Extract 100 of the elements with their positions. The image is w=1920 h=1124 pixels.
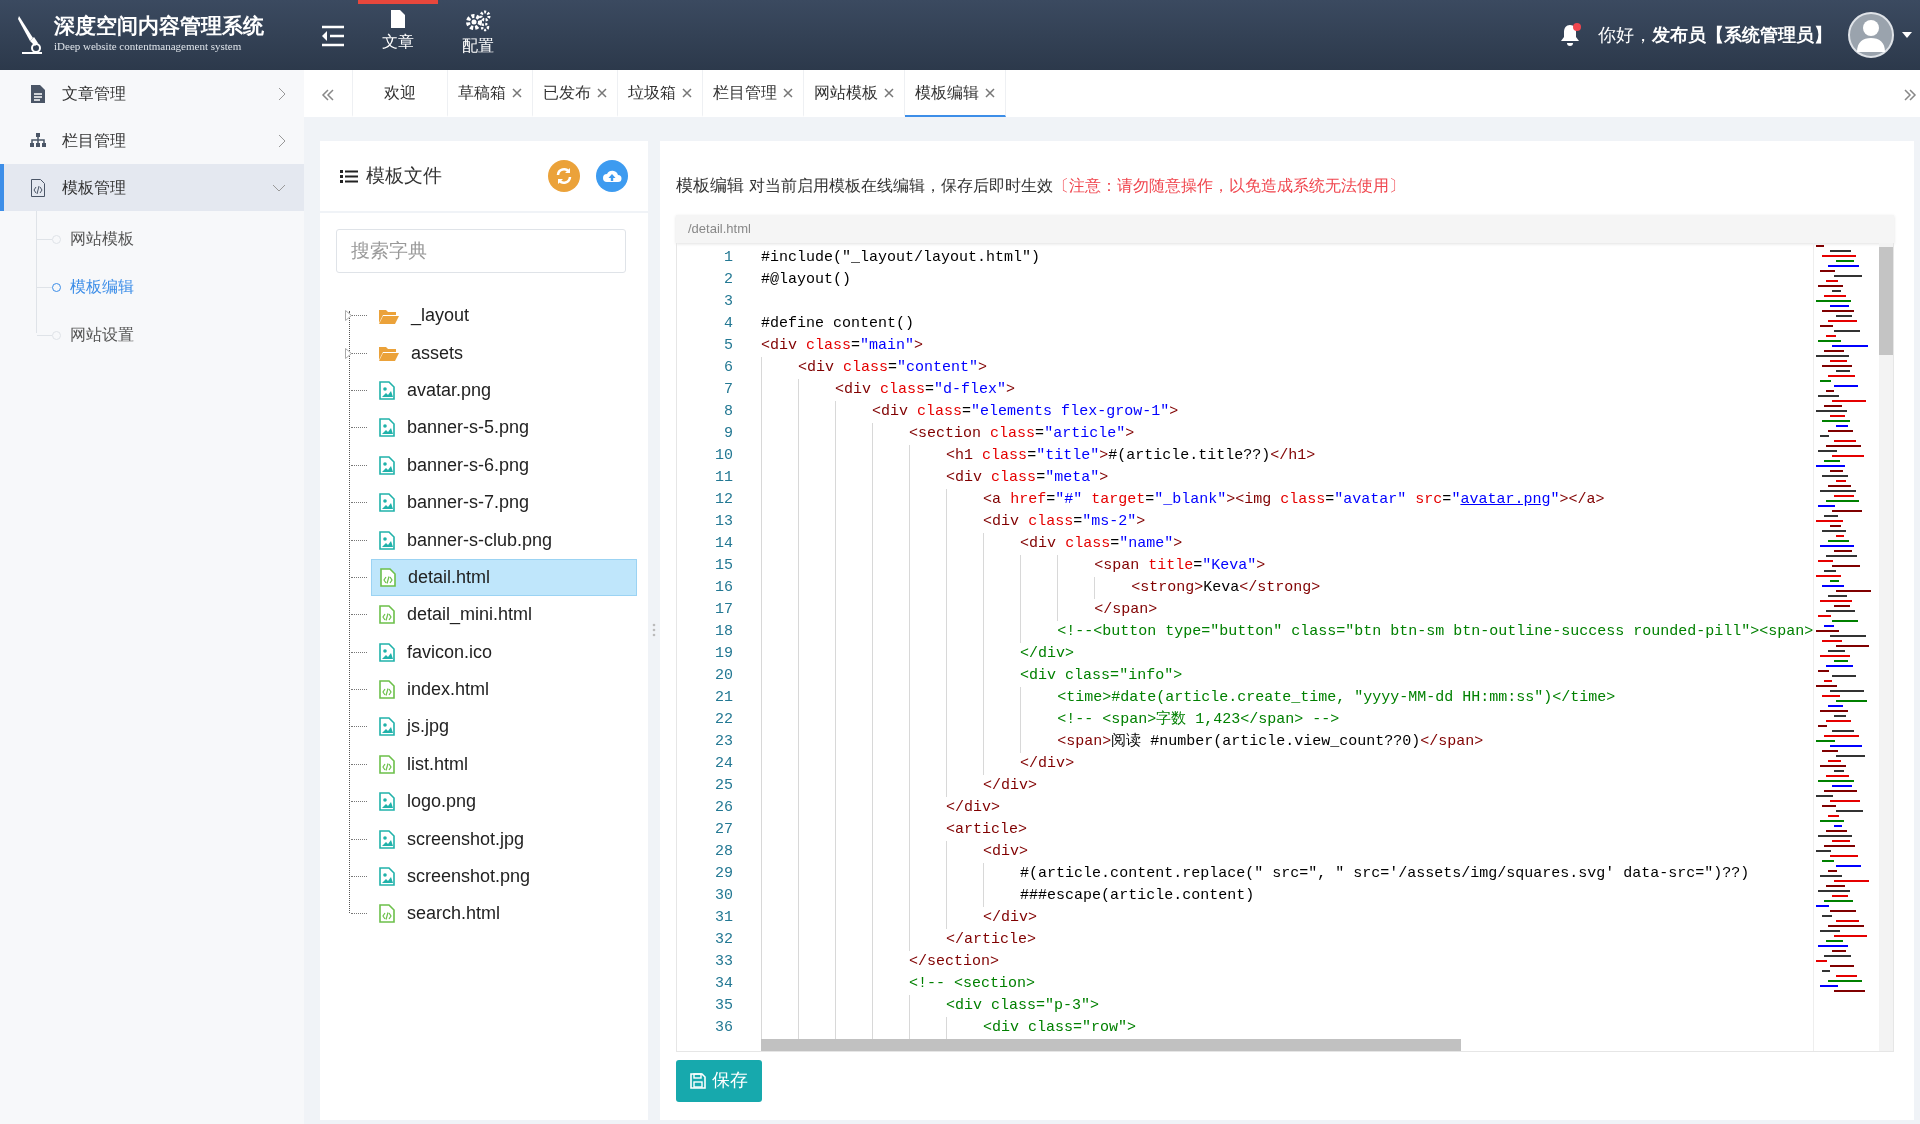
image-file-icon bbox=[379, 717, 395, 737]
expander-icon[interactable] bbox=[345, 310, 352, 322]
cloud-upload-icon bbox=[602, 168, 622, 184]
expander-icon[interactable] bbox=[345, 347, 352, 359]
line-number: 25 bbox=[714, 775, 734, 796]
line-number: 30 bbox=[714, 885, 734, 906]
panel-title: 模板文件 bbox=[366, 163, 443, 188]
tab[interactable]: 模板编辑 bbox=[905, 70, 1006, 117]
chevron-icon bbox=[272, 183, 286, 192]
list-icon bbox=[340, 168, 358, 184]
upload-button[interactable] bbox=[596, 160, 628, 192]
code-line: ###escape(article.content) bbox=[761, 884, 1255, 907]
code-line: #include("_layout/layout.html") bbox=[761, 247, 1041, 268]
code-line: </div> bbox=[761, 796, 1001, 819]
code-line: <div class="d-flex"> bbox=[761, 378, 1016, 401]
file-item[interactable]: assets bbox=[371, 334, 637, 372]
file-item[interactable]: banner-s-6.png bbox=[371, 446, 637, 484]
line-number: 36 bbox=[714, 1017, 734, 1038]
sidebar-item[interactable]: 文章管理 bbox=[0, 70, 304, 117]
nav-button[interactable]: 配置 bbox=[438, 0, 518, 70]
tab[interactable]: 欢迎 bbox=[352, 70, 448, 117]
file-item[interactable]: favicon.ico bbox=[371, 633, 637, 671]
line-number: 3 bbox=[723, 291, 734, 312]
avatar[interactable] bbox=[1848, 12, 1894, 58]
close-icon[interactable] bbox=[512, 87, 522, 98]
code-line: <h1 class="title">#(article.title??)</h1> bbox=[761, 444, 1316, 467]
code-line: <div class="ms-2"> bbox=[761, 510, 1146, 533]
image-file-icon bbox=[379, 493, 395, 513]
line-number: 26 bbox=[714, 797, 734, 818]
line-number: 16 bbox=[714, 577, 734, 598]
bell-icon[interactable] bbox=[1558, 23, 1582, 47]
image-file-icon bbox=[379, 867, 395, 887]
line-number: 5 bbox=[723, 335, 734, 356]
file-item[interactable]: index.html bbox=[371, 671, 637, 709]
code-line: <!-- <span>字数 1,423</span> --> bbox=[761, 708, 1340, 731]
code-line: <div class="name"> bbox=[761, 532, 1183, 555]
code-line: <a href="#" target="_blank"><img class="avatar" src="avatar.png"></a> bbox=[761, 488, 1605, 511]
line-number: 17 bbox=[714, 599, 734, 620]
file-item[interactable]: screenshot.png bbox=[371, 858, 637, 896]
sidebar-item[interactable]: 模板管理 bbox=[0, 164, 304, 211]
sidebar-item[interactable]: 栏目管理 bbox=[0, 117, 304, 164]
line-number: 23 bbox=[714, 731, 734, 752]
horizontal-scrollbar[interactable] bbox=[761, 1038, 1461, 1051]
line-number: 12 bbox=[714, 489, 734, 510]
code-line: <div class="p-3"> bbox=[761, 994, 1100, 1017]
file-item[interactable]: js.jpg bbox=[371, 708, 637, 746]
folder-icon bbox=[379, 345, 399, 362]
code-line: </div> bbox=[761, 906, 1038, 929]
code-line: <time>#date(article.create_time, "yyyy-MM-dd HH:mm:ss")</time> bbox=[761, 686, 1616, 709]
line-number: 20 bbox=[714, 665, 734, 686]
code-line: <span>阅读 #number(article.view_count??0)</span> bbox=[761, 730, 1484, 753]
document-icon bbox=[30, 84, 46, 103]
code-line: <!-- <section> bbox=[761, 972, 1036, 995]
file-item[interactable]: detail.html bbox=[371, 558, 637, 596]
code-line: <div class="content"> bbox=[761, 356, 988, 379]
close-icon[interactable] bbox=[682, 87, 692, 98]
submenu-item[interactable]: 网站设置 bbox=[0, 311, 304, 359]
file-item[interactable]: logo.png bbox=[371, 783, 637, 821]
line-number: 13 bbox=[714, 511, 734, 532]
file-item[interactable]: _layout bbox=[371, 297, 637, 335]
close-icon[interactable] bbox=[985, 87, 995, 98]
folder-icon bbox=[379, 307, 399, 324]
line-number: 1 bbox=[723, 247, 734, 268]
close-icon[interactable] bbox=[783, 87, 793, 98]
code-line: </section> bbox=[761, 950, 1000, 973]
code-line: #@layout() bbox=[761, 269, 851, 290]
line-number: 11 bbox=[714, 467, 734, 488]
close-icon[interactable] bbox=[597, 87, 607, 98]
line-number: 28 bbox=[714, 841, 734, 862]
code-file-icon bbox=[30, 178, 46, 197]
line-number: 10 bbox=[714, 445, 734, 466]
scrollbar-thumb[interactable] bbox=[1879, 246, 1894, 355]
search-field[interactable]: 搜索字典 bbox=[336, 229, 626, 273]
greeting-text: 你好，发布员【系统管理员】 bbox=[1598, 23, 1832, 47]
close-icon[interactable] bbox=[884, 87, 894, 98]
file-item[interactable]: list.html bbox=[371, 745, 637, 783]
image-file-icon bbox=[379, 642, 395, 662]
line-number: 24 bbox=[714, 753, 734, 774]
code-line: <div class="row"> bbox=[761, 1016, 1137, 1039]
image-file-icon bbox=[379, 418, 395, 438]
line-number: 32 bbox=[714, 929, 734, 950]
file-item[interactable]: avatar.png bbox=[371, 371, 637, 409]
submenu-item[interactable]: 网站模板 bbox=[0, 215, 304, 263]
line-number: 33 bbox=[714, 951, 734, 972]
line-number: 34 bbox=[714, 973, 734, 994]
image-file-icon bbox=[379, 829, 395, 849]
file-item[interactable]: detail_mini.html bbox=[371, 596, 637, 634]
gears-icon bbox=[465, 10, 491, 32]
file-item[interactable]: search.html bbox=[371, 895, 637, 933]
image-file-icon bbox=[379, 530, 395, 550]
caret-icon[interactable] bbox=[1902, 32, 1912, 38]
code-line: </div> bbox=[761, 752, 1075, 775]
line-number: 19 bbox=[714, 643, 734, 664]
file-item[interactable]: banner-s-club.png bbox=[371, 521, 637, 559]
file-item[interactable]: banner-s-5.png bbox=[371, 409, 637, 447]
code-line: <section class="article"> bbox=[761, 422, 1135, 445]
file-item[interactable]: screenshot.jpg bbox=[371, 820, 637, 858]
drag-handle-icon[interactable] bbox=[652, 623, 656, 638]
code-line: #(article.content.replace(" src=", " src='/assets/img/squares.svg' data-src=")??) bbox=[761, 862, 1750, 885]
file-item[interactable]: banner-s-7.png bbox=[371, 484, 637, 522]
